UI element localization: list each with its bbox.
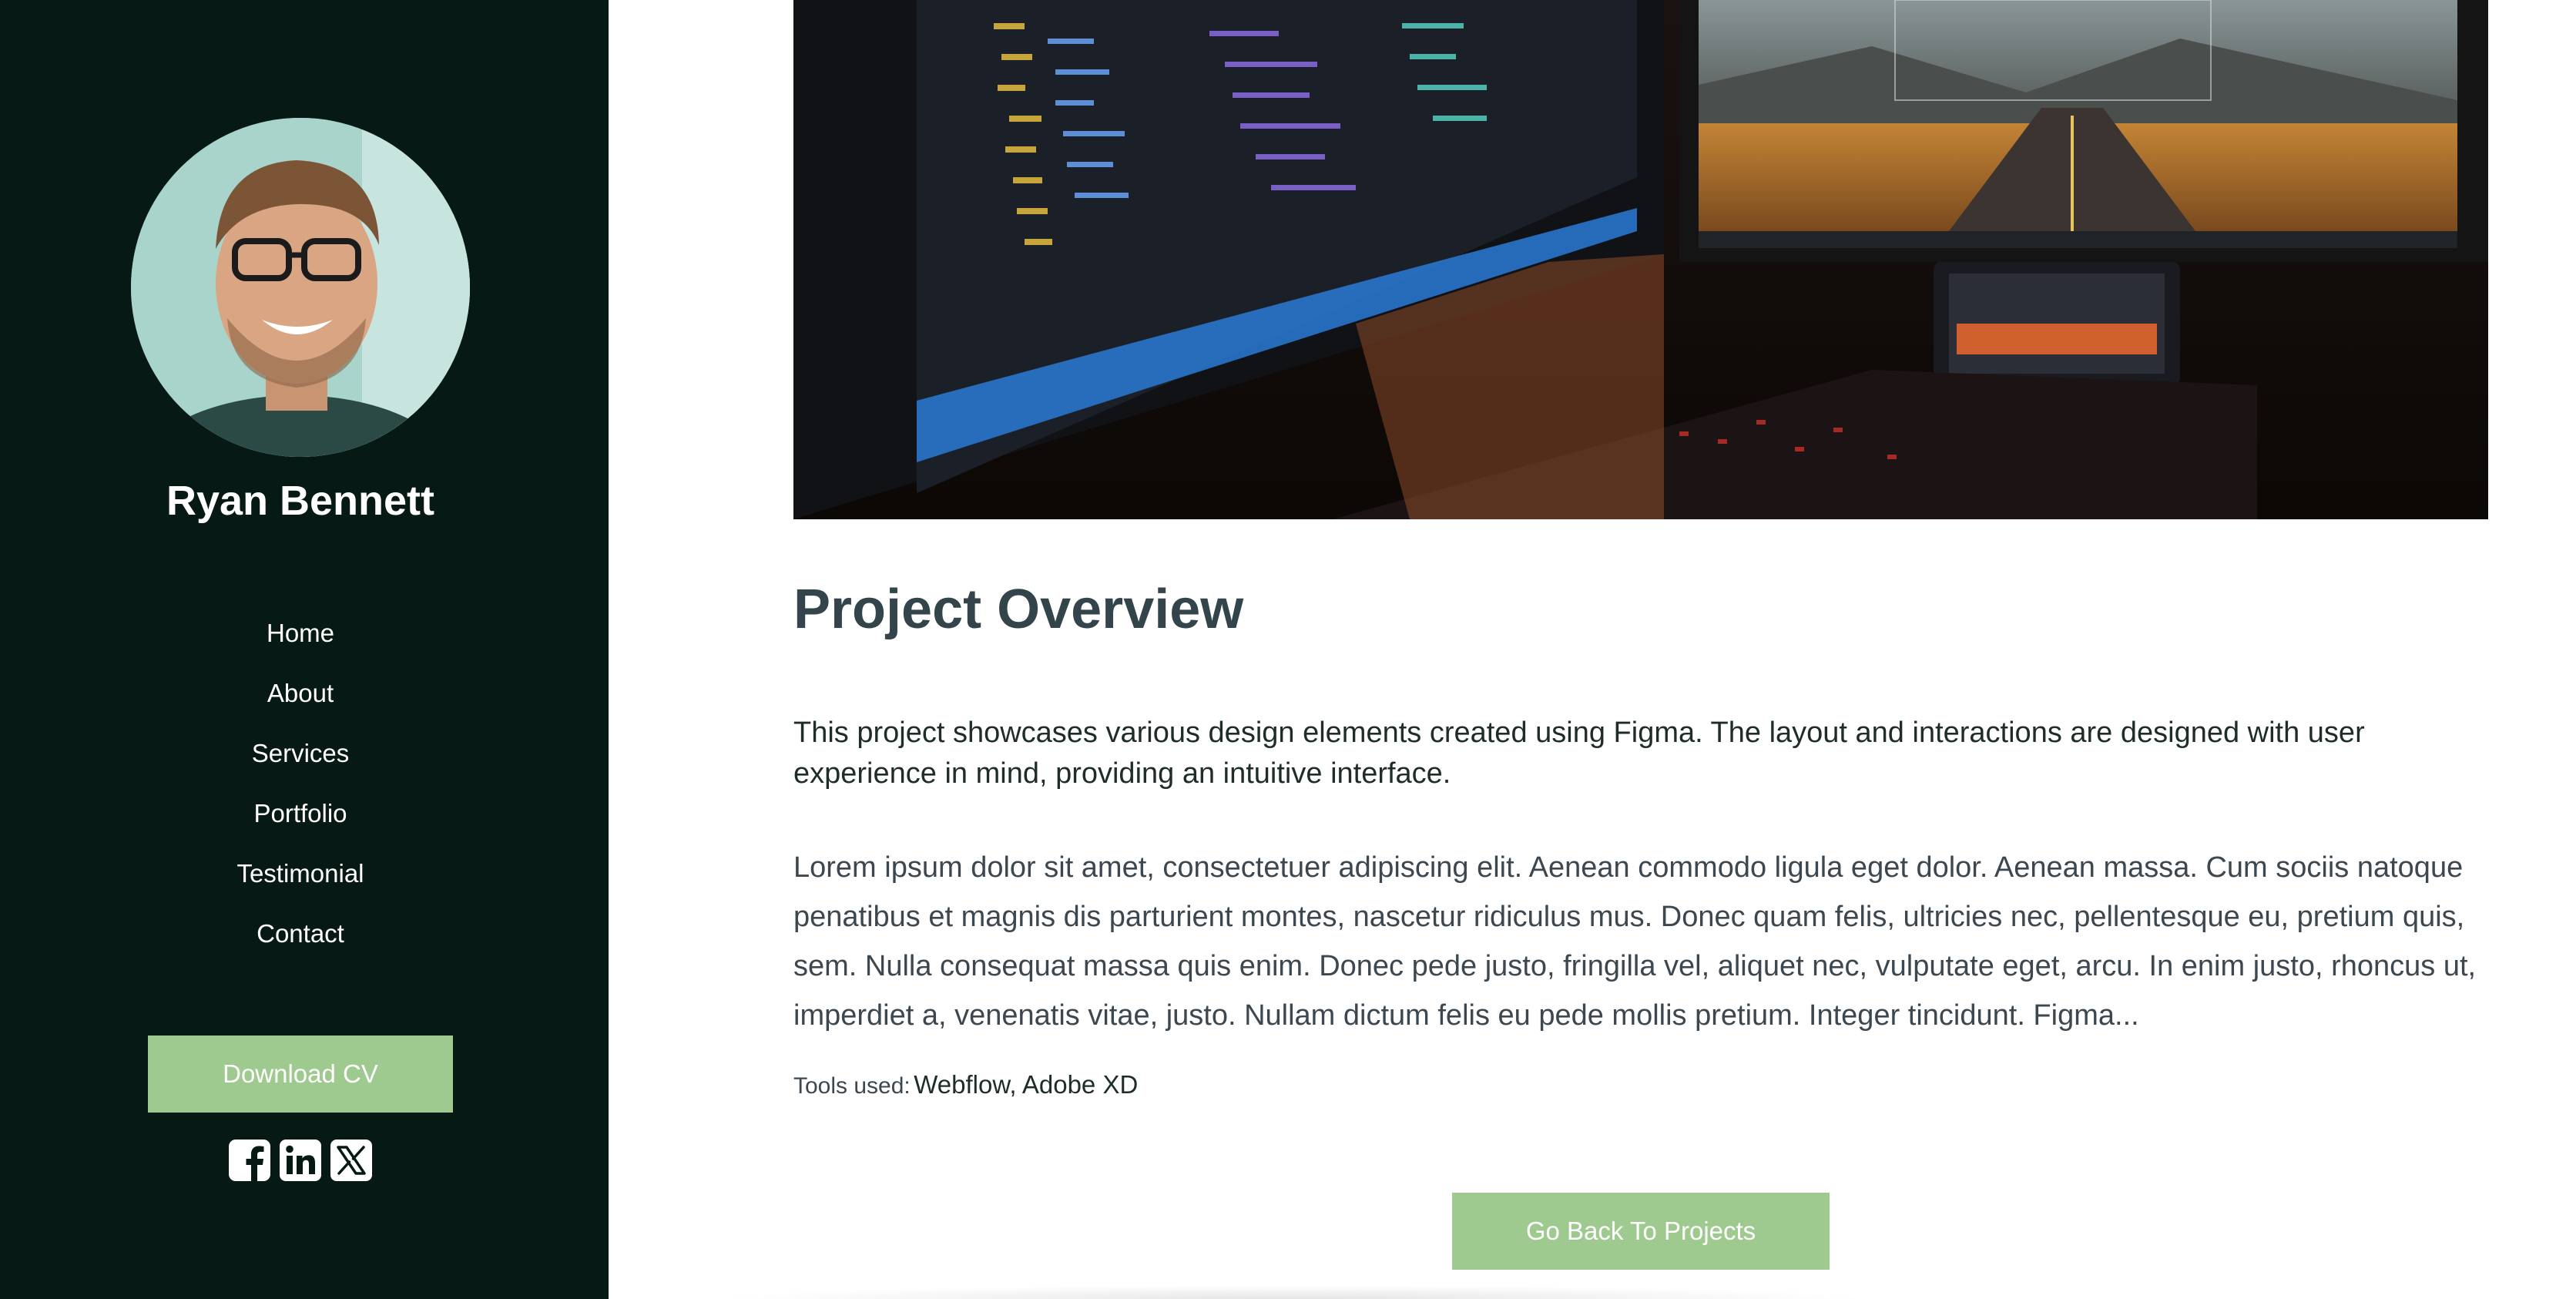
tools-used-value: Webflow, Adobe XD bbox=[914, 1070, 1139, 1099]
social-links bbox=[0, 1138, 601, 1183]
download-cv-button[interactable]: Download CV bbox=[148, 1036, 453, 1113]
sidebar: Ryan Bennett Home About Services Portfol… bbox=[0, 0, 609, 1299]
linkedin-icon[interactable] bbox=[278, 1138, 323, 1183]
go-back-to-projects-button[interactable]: Go Back To Projects bbox=[1452, 1193, 1830, 1270]
main-nav: Home About Services Portfolio Testimonia… bbox=[0, 603, 601, 964]
tools-used-label: Tools used: bbox=[793, 1073, 911, 1099]
facebook-icon[interactable] bbox=[227, 1138, 272, 1183]
x-icon[interactable] bbox=[329, 1138, 374, 1183]
project-body: Lorem ipsum dolor sit amet, consectetuer… bbox=[793, 851, 2477, 1032]
project-hero-image bbox=[793, 0, 2488, 519]
footer-shadow bbox=[716, 1285, 1872, 1299]
nav-item-testimonial[interactable]: Testimonial bbox=[236, 844, 364, 904]
avatar-photo bbox=[131, 118, 470, 457]
nav-item-about[interactable]: About bbox=[267, 663, 334, 723]
nav-item-home[interactable]: Home bbox=[267, 603, 334, 663]
nav-item-services[interactable]: Services bbox=[252, 723, 350, 784]
profile-name: Ryan Bennett bbox=[166, 478, 435, 524]
avatar bbox=[131, 118, 470, 457]
tools-used: Tools used: Webflow, Adobe XD bbox=[793, 1066, 1138, 1109]
project-intro: This project showcases various design el… bbox=[793, 717, 2365, 790]
project-title: Project Overview bbox=[793, 579, 1244, 640]
nav-item-contact[interactable]: Contact bbox=[257, 904, 344, 964]
nav-item-portfolio[interactable]: Portfolio bbox=[253, 784, 347, 844]
